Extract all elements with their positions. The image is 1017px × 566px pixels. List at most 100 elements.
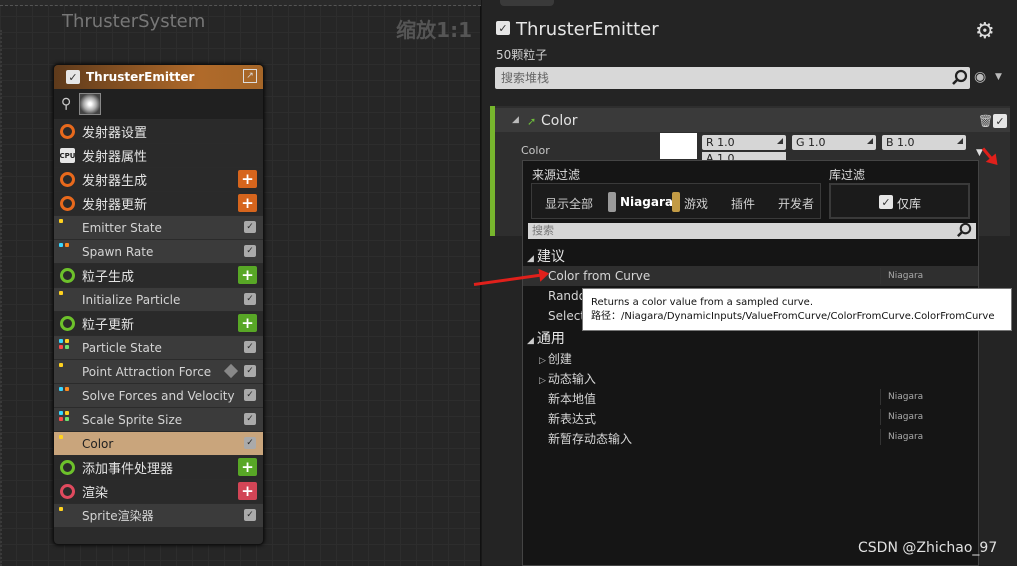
module-dot — [59, 345, 63, 349]
watermark: CSDN @Zhichao_97 — [858, 540, 998, 556]
red-channel-value: R 1.0 — [706, 136, 735, 149]
filter-game[interactable]: 游戏 — [684, 195, 708, 212]
stack-row[interactable]: Particle State ✓ — [54, 336, 263, 359]
module-enable-checkbox[interactable]: ✓ — [244, 245, 256, 257]
menu-item-new-expression[interactable]: 新表达式 Niagara — [523, 407, 978, 427]
stack-row[interactable]: Scale Sprite Size ✓ — [54, 408, 263, 431]
category-common[interactable]: ◢ 通用 — [527, 328, 565, 348]
stack-row[interactable]: Sprite渲染器 ✓ — [54, 504, 263, 527]
dynamic-input-menu: 来源过滤 库过滤 显示全部 Niagara 游戏 插件 开发者 ✓ 仅库 搜索 … — [522, 160, 979, 566]
search-icon[interactable] — [951, 69, 969, 87]
niagara-color-bar — [608, 192, 616, 212]
stack-row[interactable]: 添加事件处理器 + — [54, 456, 263, 479]
module-dot — [65, 387, 69, 391]
emitter-enable-checkbox[interactable]: ✓ — [66, 70, 80, 84]
add-module-button[interactable]: + — [238, 458, 257, 476]
stack-row[interactable]: Color ✓ — [54, 432, 263, 455]
menu-item-new-scratch-dynamic-input[interactable]: 新暂存动态输入 Niagara — [523, 427, 978, 447]
stack-row[interactable]: Point Attraction Force ✓ — [54, 360, 263, 383]
menu-item-source: Niagara — [880, 409, 923, 425]
module-enable-checkbox[interactable]: ✓ — [244, 293, 256, 305]
stack-row[interactable]: Spawn Rate ✓ — [54, 240, 263, 263]
stack-row[interactable]: Emitter State ✓ — [54, 216, 263, 239]
filter-show-all[interactable]: 显示全部 — [545, 195, 593, 212]
module-enable-checkbox[interactable]: ✓ — [244, 365, 256, 377]
stack-row-label: 粒子生成 — [82, 270, 135, 285]
module-dot — [59, 363, 63, 367]
subcategory-dynamic-input[interactable]: ▷ 动态输入 — [539, 370, 596, 387]
details-emitter-checkbox[interactable]: ✓ — [496, 21, 510, 35]
module-enable-checkbox[interactable]: ✓ — [244, 509, 256, 521]
stack-row[interactable]: CPU 发射器属性 — [54, 144, 263, 167]
gear-icon[interactable]: ⚙ — [975, 19, 995, 44]
menu-item-source: Niagara — [880, 268, 923, 284]
menu-item-new-local-value[interactable]: 新本地值 Niagara — [523, 387, 978, 407]
stack-row-label: Spawn Rate — [82, 244, 154, 259]
stack-row[interactable]: 粒子更新 + — [54, 312, 263, 335]
menu-search-input[interactable]: 搜索 — [528, 223, 976, 239]
category-suggested[interactable]: ◢ 建议 — [527, 246, 565, 266]
filter-niagara[interactable]: Niagara — [620, 195, 673, 209]
red-channel-field[interactable]: R 1.0 — [702, 135, 786, 150]
module-dot — [65, 417, 69, 421]
add-module-button[interactable]: + — [238, 194, 257, 212]
alpha-channel-value: A 1.0 — [706, 152, 735, 160]
emitter-node[interactable]: ✓ ThrusterEmitter ↗ ⚲ 发射器设置 CPU 发射器属性 发射器生成… — [53, 64, 264, 545]
drag-corner-icon — [957, 138, 963, 144]
add-module-button[interactable]: + — [238, 266, 257, 284]
stack-row[interactable]: 发射器生成 + — [54, 168, 263, 191]
green-channel-field[interactable]: G 1.0 — [792, 135, 876, 150]
add-module-button[interactable]: + — [238, 170, 257, 188]
menu-item-color-from-curve[interactable]: Color from Curve Niagara — [523, 266, 978, 286]
subcategory-create[interactable]: ▷ 创建 — [539, 350, 572, 367]
stack-row[interactable]: 发射器设置 — [54, 120, 263, 143]
collapse-arrow-icon[interactable]: ◢ — [512, 115, 519, 125]
tooltip-description: Returns a color value from a sampled cur… — [591, 297, 814, 308]
green-channel-value: G 1.0 — [796, 136, 826, 149]
trash-icon[interactable]: 🗑 — [978, 114, 993, 128]
module-dot — [65, 243, 69, 247]
stack-row[interactable]: Initialize Particle ✓ — [54, 288, 263, 311]
stack-row-label: Sprite渲染器 — [82, 509, 154, 523]
stack-row-label: 渲染 — [82, 486, 109, 501]
module-enable-checkbox[interactable]: ✓ — [244, 389, 256, 401]
menu-item-label: 新本地值 — [548, 392, 597, 406]
system-graph-canvas[interactable]: ThrusterSystem 缩放1:1 ✓ ThrusterEmitter ↗… — [0, 0, 481, 566]
chevron-down-icon[interactable]: ▼ — [995, 72, 1002, 82]
menu-item-source: Niagara — [880, 429, 923, 445]
stack-row[interactable]: 发射器更新 + — [54, 192, 263, 215]
color-module-header[interactable]: ◢ ➚ Color 🗑 ✓ — [495, 108, 1010, 132]
library-only-checkbox[interactable]: ✓ — [879, 195, 893, 209]
pin-icon[interactable]: ⚲ — [61, 96, 79, 112]
graph-zoom-label: 缩放1:1 — [396, 18, 472, 42]
blue-channel-field[interactable]: B 1.0 — [882, 135, 966, 150]
stack-row[interactable]: 粒子生成 + — [54, 264, 263, 287]
eye-icon[interactable]: ◉ — [974, 69, 986, 85]
library-only-label[interactable]: 仅库 — [897, 195, 921, 212]
module-dot — [59, 339, 63, 343]
alpha-channel-field[interactable]: A 1.0 — [702, 152, 786, 160]
stack-row-label: Solve Forces and Velocity — [82, 388, 235, 403]
color-module-title: Color — [541, 113, 578, 129]
add-module-button[interactable]: + — [238, 314, 257, 332]
filter-plugins[interactable]: 插件 — [731, 195, 755, 212]
add-module-button[interactable]: + — [238, 482, 257, 500]
color-swatch[interactable] — [660, 133, 697, 159]
module-enable-checkbox[interactable]: ✓ — [244, 341, 256, 353]
details-tab[interactable] — [500, 0, 554, 6]
filter-developer[interactable]: 开发者 — [778, 195, 814, 212]
stack-search-input[interactable]: 搜索堆栈 — [495, 67, 970, 89]
color-module-checkbox[interactable]: ✓ — [993, 114, 1007, 128]
stack-row-label: 发射器设置 — [82, 126, 148, 141]
module-enable-checkbox[interactable]: ✓ — [244, 413, 256, 425]
search-icon[interactable] — [956, 222, 973, 239]
module-enable-checkbox[interactable]: ✓ — [244, 221, 256, 233]
collapsed-arrow-icon: ▷ — [539, 356, 546, 366]
emitter-node-header[interactable]: ✓ ThrusterEmitter ↗ — [54, 65, 263, 89]
emitter-thumbnail[interactable] — [79, 93, 101, 115]
stack-row[interactable]: Solve Forces and Velocity ✓ — [54, 384, 263, 407]
stack-row[interactable]: 渲染 + — [54, 480, 263, 503]
module-enable-checkbox[interactable]: ✓ — [244, 437, 256, 449]
tooltip-path: 路径：/Niagara/DynamicInputs/ValueFromCurve… — [591, 311, 995, 322]
open-external-icon[interactable]: ↗ — [243, 69, 257, 83]
